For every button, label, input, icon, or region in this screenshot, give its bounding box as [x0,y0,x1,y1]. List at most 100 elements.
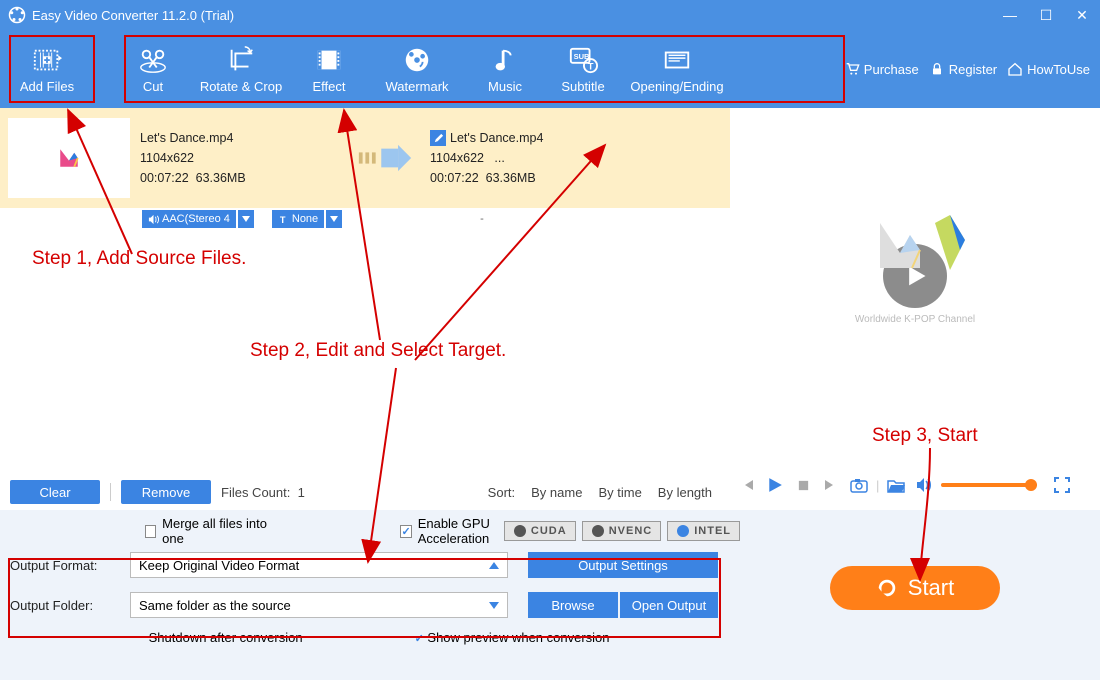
scissors-icon [138,45,168,75]
chevron-down-icon [242,216,250,222]
annotation-step2: Step 2, Edit and Select Target. [250,340,506,362]
open-folder-button[interactable] [885,474,907,496]
snapshot-button[interactable] [848,474,870,496]
opening-ending-label: Opening/Ending [630,79,723,94]
cut-button[interactable]: Cut [114,38,192,100]
volume-knob[interactable] [1025,479,1037,491]
add-files-label: Add Files [20,79,74,94]
preview-controls: | [730,460,1100,510]
minimize-button[interactable]: — [1000,7,1020,23]
purchase-label: Purchase [864,62,919,77]
source-filename: Let's Dance.mp4 [140,128,340,148]
file-thumbnail [8,118,130,198]
opening-ending-icon [662,45,692,75]
output-folder-label: Output Folder: [10,598,130,613]
volume-slider[interactable] [941,483,1037,487]
cuda-badge: CUDA [504,521,576,541]
howtouse-link[interactable]: HowToUse [1007,61,1090,77]
convert-arrow-icon [340,142,430,174]
sort-by-time[interactable]: By time [598,485,641,500]
audio-stream-dropdown[interactable] [238,210,254,228]
lock-icon [929,61,945,77]
chevron-down-icon [489,602,499,609]
remove-button[interactable]: Remove [121,480,211,504]
sort-by-name[interactable]: By name [531,485,582,500]
volume-button[interactable] [913,474,935,496]
app-title: Easy Video Converter 11.2.0 (Trial) [32,8,984,23]
refresh-icon [876,577,898,599]
opening-ending-button[interactable]: Opening/Ending [622,38,732,100]
bottom-panel: Merge all files into one Enable GPU Acce… [0,510,1100,680]
subtitle-stream-label: None [292,213,318,225]
rotate-crop-button[interactable]: Rotate & Crop [192,38,290,100]
fullscreen-button[interactable] [1051,474,1073,496]
register-link[interactable]: Register [929,61,997,77]
open-output-button[interactable]: Open Output [620,592,718,618]
output-settings-button[interactable]: Output Settings [528,552,718,578]
cart-icon [844,61,860,77]
maximize-button[interactable]: ☐ [1036,7,1056,24]
audio-stream-tag[interactable]: AAC(Stereo 4 [142,210,236,228]
chevron-up-icon [489,562,499,569]
target-filename: Let's Dance.mp4 [450,128,543,148]
sort-by-length[interactable]: By length [658,485,712,500]
preview-watermark: Worldwide K-POP Channel [855,314,975,325]
subtitle-stream-tag[interactable]: TNone [272,210,324,228]
watermark-button[interactable]: Watermark [368,38,466,100]
text-icon: T [278,214,289,225]
stream-tags-row: AAC(Stereo 4 TNone - [0,208,730,230]
play-button[interactable] [764,474,786,496]
home-icon [1007,61,1023,77]
next-button[interactable] [820,474,842,496]
stop-button[interactable] [792,474,814,496]
intel-badge: INTEL [667,521,740,541]
preview-label: Show preview when conversion [427,630,609,645]
main-content: Let's Dance.mp4 1104x622 00:07:22 63.36M… [0,108,1100,510]
file-list-actions: Clear Remove Files Count: 1 Sort: By nam… [0,474,730,510]
target-dimensions: 1104x622 ... [430,148,722,168]
file-list-panel: Let's Dance.mp4 1104x622 00:07:22 63.36M… [0,108,730,510]
source-dimensions: 1104x622 [140,148,340,168]
cut-label: Cut [143,79,163,94]
clear-button[interactable]: Clear [10,480,100,504]
output-format-value: Keep Original Video Format [139,558,489,573]
audio-icon [148,214,159,225]
add-files-button[interactable]: Add Files [10,38,84,100]
merge-label: Merge all files into one [162,516,270,546]
purchase-link[interactable]: Purchase [844,61,919,77]
annotation-step3: Step 3, Start [872,425,978,447]
subtitle-stream-dropdown[interactable] [326,210,342,228]
music-button[interactable]: Music [466,38,544,100]
output-folder-value: Same folder as the source [139,598,489,613]
target-stream-placeholder: - [480,213,484,225]
target-info: Let's Dance.mp4 1104x622 ... 00:07:22 63… [430,128,722,188]
preview-image[interactable]: Worldwide K-POP Channel [730,108,1100,460]
output-settings: Merge all files into one Enable GPU Acce… [10,518,740,670]
start-area: Start [740,518,1000,670]
start-button[interactable]: Start [830,566,1000,610]
nvenc-badge: NVENC [582,521,662,541]
effect-button[interactable]: Effect [290,38,368,100]
howtouse-label: HowToUse [1027,62,1090,77]
source-info: Let's Dance.mp4 1104x622 00:07:22 63.36M… [130,128,340,188]
close-button[interactable]: ✕ [1072,7,1092,24]
preview-panel: Worldwide K-POP Channel | [730,108,1100,510]
output-folder-dropdown[interactable]: Same folder as the source [130,592,508,618]
output-format-dropdown[interactable]: Keep Original Video Format [130,552,508,578]
music-icon [490,45,520,75]
file-row[interactable]: Let's Dance.mp4 1104x622 00:07:22 63.36M… [0,108,730,208]
files-count-label: Files Count: [221,485,290,500]
browse-button[interactable]: Browse [528,592,618,618]
preview-checkbox[interactable] [415,630,424,645]
annotation-step1: Step 1, Add Source Files. [32,248,246,270]
subtitle-button[interactable]: SUBT Subtitle [544,38,622,100]
svg-text:T: T [588,61,594,71]
chevron-down-icon [330,216,338,222]
prev-button[interactable] [736,474,758,496]
merge-checkbox[interactable] [145,525,156,538]
edit-target-icon[interactable] [430,130,446,146]
effect-icon [314,45,344,75]
gpu-checkbox[interactable] [400,525,411,538]
music-label: Music [488,79,522,94]
watermark-label: Watermark [385,79,448,94]
